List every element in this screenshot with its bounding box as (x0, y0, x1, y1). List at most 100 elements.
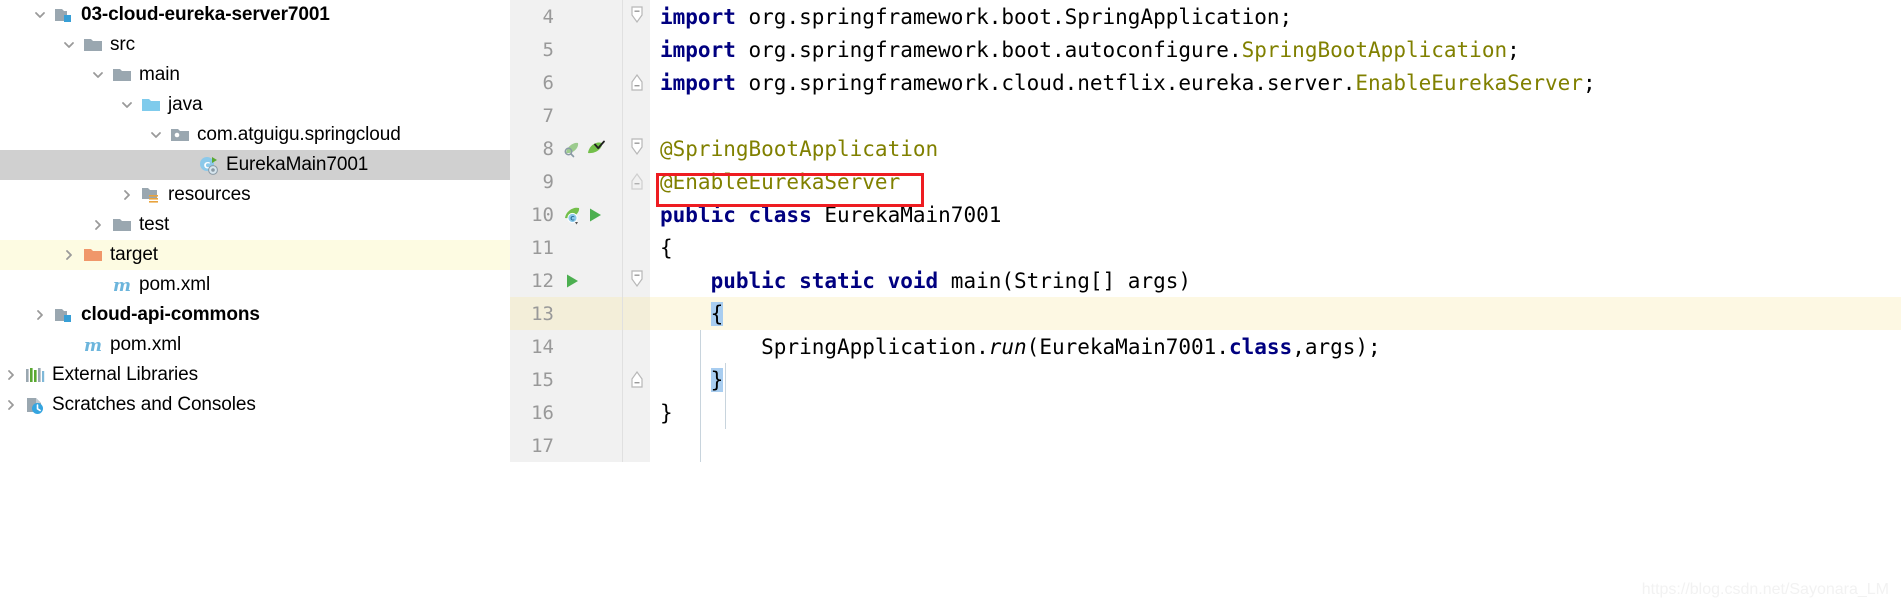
gutter-icons[interactable] (556, 363, 622, 396)
tree-item-pom-xml[interactable]: m pom.xml (0, 330, 510, 360)
chevron-right-icon[interactable] (116, 180, 138, 210)
fold-column[interactable] (622, 264, 650, 297)
chevron-down-icon[interactable] (87, 60, 109, 90)
fold-marker-fold-end[interactable] (629, 367, 645, 393)
fold-marker-fold-start[interactable] (629, 136, 645, 162)
chevron-down-icon[interactable] (29, 0, 51, 30)
chevron-right-icon[interactable] (0, 360, 22, 390)
spring-bean-class-icon[interactable]: C (562, 205, 582, 225)
editor-gutter[interactable]: 15 (510, 363, 622, 396)
fold-marker-fold-start[interactable] (629, 268, 645, 294)
code-line[interactable]: 8 @SpringBootApplication (510, 132, 1901, 165)
tree-item-cloud-api-commons[interactable]: cloud-api-commons (0, 300, 510, 330)
code-line[interactable]: 14 SpringApplication. run (EurekaMain7001.… (510, 330, 1901, 363)
tree-item-scratches-and-consoles[interactable]: Scratches and Consoles (0, 390, 510, 420)
editor-lines[interactable]: 4 import org.springframework.boot.SpringA… (510, 0, 1901, 462)
chevron-down-icon[interactable] (58, 30, 80, 60)
editor-gutter[interactable]: 17 (510, 429, 622, 462)
gutter-icons[interactable] (556, 231, 622, 264)
gutter-icons[interactable] (556, 99, 622, 132)
gutter-icons[interactable] (556, 396, 622, 429)
editor-gutter[interactable]: 13 (510, 297, 622, 330)
code-line[interactable]: 15 } (510, 363, 1901, 396)
editor-gutter[interactable]: 7 (510, 99, 622, 132)
tree-item-eurekamain7001[interactable]: C EurekaMain7001 (0, 150, 510, 180)
editor-gutter[interactable]: 10 C (510, 198, 622, 231)
chevron-right-icon[interactable] (29, 300, 51, 330)
fold-column[interactable] (622, 198, 650, 231)
fold-column[interactable] (622, 396, 650, 429)
run-arrow-icon[interactable] (562, 271, 582, 291)
editor-gutter[interactable]: 12 (510, 264, 622, 297)
gutter-icons[interactable] (556, 0, 622, 33)
code-text[interactable]: import org.springframework.cloud.netflix… (650, 66, 1901, 99)
code-line[interactable]: 7 (510, 99, 1901, 132)
editor-gutter[interactable]: 9 (510, 165, 622, 198)
editor-gutter[interactable]: 8 (510, 132, 622, 165)
spring-bean-check-icon[interactable] (585, 139, 605, 159)
code-line[interactable]: 16} (510, 396, 1901, 429)
code-line[interactable]: 4 import org.springframework.boot.SpringA… (510, 0, 1901, 33)
code-text[interactable]: import org.springframework.boot.autoconf… (650, 33, 1901, 66)
code-text[interactable]: public static void main(String[] args) (650, 264, 1901, 297)
tree-item-external-libraries[interactable]: External Libraries (0, 360, 510, 390)
run-arrow-icon[interactable] (585, 205, 605, 225)
code-line[interactable]: 17 (510, 429, 1901, 462)
fold-column[interactable] (622, 297, 650, 330)
code-text[interactable]: } (650, 363, 1901, 396)
code-text[interactable]: public class EurekaMain7001 (650, 198, 1901, 231)
fold-column[interactable] (622, 33, 650, 66)
fold-column[interactable] (622, 429, 650, 462)
code-text[interactable]: @EnableEurekaServer (650, 165, 1901, 198)
gutter-icons[interactable]: C (556, 198, 622, 231)
gutter-icons[interactable] (556, 165, 622, 198)
chevron-down-icon[interactable] (145, 120, 167, 150)
code-text[interactable]: { (650, 297, 1901, 330)
code-text[interactable]: @SpringBootApplication (650, 132, 1901, 165)
fold-column[interactable] (622, 231, 650, 264)
gutter-icons[interactable] (556, 132, 622, 165)
editor-gutter[interactable]: 14 (510, 330, 622, 363)
code-text[interactable]: } (650, 396, 1901, 429)
editor-gutter[interactable]: 5 (510, 33, 622, 66)
code-line[interactable]: 13 { (510, 297, 1901, 330)
tree-item-src[interactable]: src (0, 30, 510, 60)
code-line[interactable]: 11 { (510, 231, 1901, 264)
editor-gutter[interactable]: 4 (510, 0, 622, 33)
code-line[interactable]: 6 import org.springframework.cloud.netfli… (510, 66, 1901, 99)
fold-column[interactable] (622, 0, 650, 33)
fold-column[interactable] (622, 330, 650, 363)
gutter-icons[interactable] (556, 297, 622, 330)
code-text[interactable] (650, 99, 1901, 132)
code-text[interactable] (650, 429, 1901, 462)
tree-item-main[interactable]: main (0, 60, 510, 90)
fold-column[interactable] (622, 66, 650, 99)
chevron-right-icon[interactable] (0, 390, 22, 420)
editor-gutter[interactable]: 16 (510, 396, 622, 429)
chevron-down-icon[interactable] (116, 90, 138, 120)
code-line[interactable]: 5 import org.springframework.boot.autocon… (510, 33, 1901, 66)
tree-item-java[interactable]: java (0, 90, 510, 120)
fold-column[interactable] (622, 363, 650, 396)
gutter-icons[interactable] (556, 66, 622, 99)
tree-item-test[interactable]: test (0, 210, 510, 240)
code-text[interactable]: { (650, 231, 1901, 264)
chevron-right-icon[interactable] (87, 210, 109, 240)
gutter-icons[interactable] (556, 264, 622, 297)
code-line[interactable]: 10 C public class EurekaMain7001 (510, 198, 1901, 231)
tree-item-target[interactable]: target (0, 240, 510, 270)
project-tool-window[interactable]: 03-cloud-eureka-server7001 src main java com… (0, 0, 510, 603)
chevron-right-icon[interactable] (58, 240, 80, 270)
code-text[interactable]: SpringApplication. run (EurekaMain7001. cla… (650, 330, 1901, 363)
gutter-icons[interactable] (556, 33, 622, 66)
fold-marker-fold-end[interactable] (629, 70, 645, 96)
editor-gutter[interactable]: 11 (510, 231, 622, 264)
fold-column[interactable] (622, 99, 650, 132)
gutter-icons[interactable] (556, 330, 622, 363)
code-line[interactable]: 9 @EnableEurekaServer (510, 165, 1901, 198)
code-editor[interactable]: 4 import org.springframework.boot.SpringA… (510, 0, 1901, 603)
fold-marker-fold-collapse[interactable] (629, 169, 645, 195)
tree-item-com-atguigu-springcloud[interactable]: com.atguigu.springcloud (0, 120, 510, 150)
fold-marker-fold-start[interactable] (629, 4, 645, 30)
tree-item-pom-xml[interactable]: m pom.xml (0, 270, 510, 300)
